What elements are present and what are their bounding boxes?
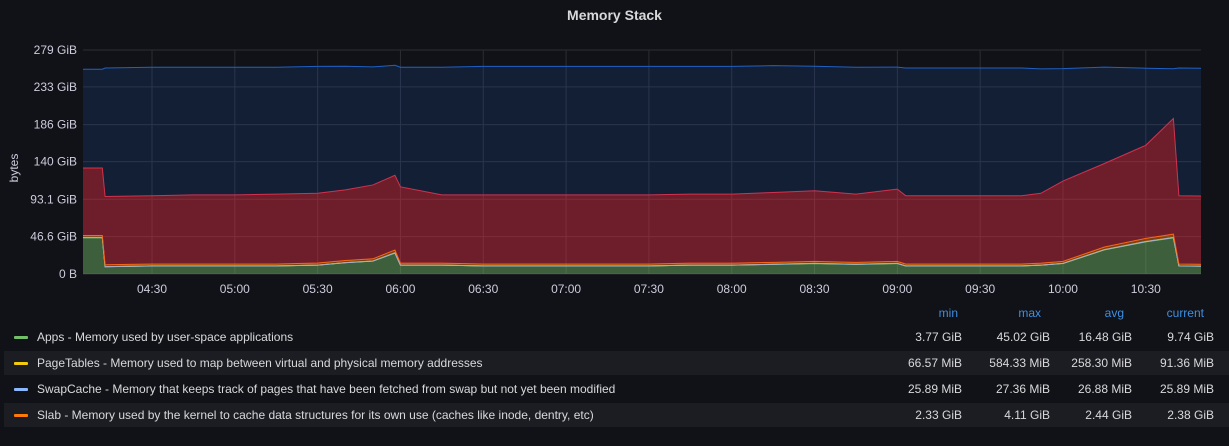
memory-stack-panel: Memory Stack 0 B 46.6 GiB 93.1 GiB 140 GiB 1… (0, 0, 1229, 446)
memory-stack-chart[interactable]: 0 B 46.6 GiB 93.1 GiB 140 GiB 186 GiB 233 GiB… (0, 0, 1229, 300)
legend-swatch-apps (14, 336, 28, 339)
y-tick-label: 279 GiB (34, 43, 77, 57)
legend-header-min[interactable]: min (900, 306, 958, 320)
legend-current: 2.38 GiB (1167, 408, 1214, 422)
legend-row-swapcache[interactable]: SwapCache - Memory that keeps track of p… (4, 377, 1229, 401)
legend-swatch-swapcache (14, 388, 28, 391)
legend-max: 27.36 MiB (995, 382, 1050, 396)
legend-min: 2.33 GiB (915, 408, 962, 422)
legend-max: 4.11 GiB (1004, 408, 1050, 422)
legend-current: 9.74 GiB (1167, 330, 1214, 344)
chart-areas (83, 64, 1202, 274)
x-tick-label: 07:30 (634, 282, 664, 296)
x-tick-label: 08:00 (717, 282, 747, 296)
x-tick-label: 07:00 (551, 282, 581, 296)
x-tick-label: 06:00 (385, 282, 415, 296)
x-tick-label: 10:30 (1131, 282, 1161, 296)
y-axis-label: bytes (7, 154, 21, 183)
legend-name: PageTables - Memory used to map between … (37, 356, 483, 370)
y-tick-label: 186 GiB (34, 118, 77, 132)
area-unused[interactable] (83, 65, 1201, 197)
legend-current: 25.89 MiB (1159, 382, 1214, 396)
legend-min: 3.77 GiB (915, 330, 962, 344)
legend-max: 584.33 MiB (989, 356, 1050, 370)
legend-max: 45.02 GiB (996, 330, 1050, 344)
legend-avg: 258.30 MiB (1071, 356, 1132, 370)
x-tick-label: 06:30 (468, 282, 498, 296)
legend-row-apps[interactable]: Apps - Memory used by user-space applica… (4, 325, 1229, 349)
x-tick-label: 05:00 (220, 282, 250, 296)
y-axis-ticks: 0 B 46.6 GiB 93.1 GiB 140 GiB 186 GiB 233 GiB… (30, 43, 77, 281)
legend-swatch-pagetables (14, 362, 28, 365)
y-tick-label: 0 B (59, 267, 77, 281)
legend-avg: 26.88 MiB (1077, 382, 1132, 396)
y-tick-label: 46.6 GiB (30, 230, 77, 244)
legend-name: Apps - Memory used by user-space applica… (37, 330, 294, 344)
legend-current: 91.36 MiB (1159, 356, 1214, 370)
legend-avg: 16.48 GiB (1078, 330, 1132, 344)
legend-avg: 2.44 GiB (1085, 408, 1132, 422)
legend-name: Slab - Memory used by the kernel to cach… (37, 408, 594, 422)
legend-header-avg[interactable]: avg (1068, 306, 1124, 320)
legend-name: SwapCache - Memory that keeps track of p… (37, 382, 616, 396)
y-tick-label: 93.1 GiB (30, 192, 77, 206)
legend-row-slab[interactable]: Slab - Memory used by the kernel to cach… (4, 403, 1229, 427)
x-tick-label: 04:30 (137, 282, 167, 296)
legend-min: 66.57 MiB (907, 356, 962, 370)
legend-swatch-slab (14, 414, 28, 417)
legend-min: 25.89 MiB (907, 382, 962, 396)
x-tick-label: 10:00 (1048, 282, 1078, 296)
x-tick-label: 09:00 (882, 282, 912, 296)
legend-row-pagetables[interactable]: PageTables - Memory used to map between … (4, 351, 1229, 375)
legend-header-max[interactable]: max (985, 306, 1041, 320)
y-tick-label: 140 GiB (34, 155, 77, 169)
y-tick-label: 233 GiB (34, 80, 77, 94)
x-tick-label: 05:30 (303, 282, 333, 296)
legend-header-current[interactable]: current (1140, 306, 1204, 320)
x-tick-label: 09:30 (965, 282, 995, 296)
x-axis-ticks: 04:30 05:00 05:30 06:00 06:30 07:00 07:30 08:00… (137, 282, 1161, 296)
x-tick-label: 08:30 (800, 282, 830, 296)
